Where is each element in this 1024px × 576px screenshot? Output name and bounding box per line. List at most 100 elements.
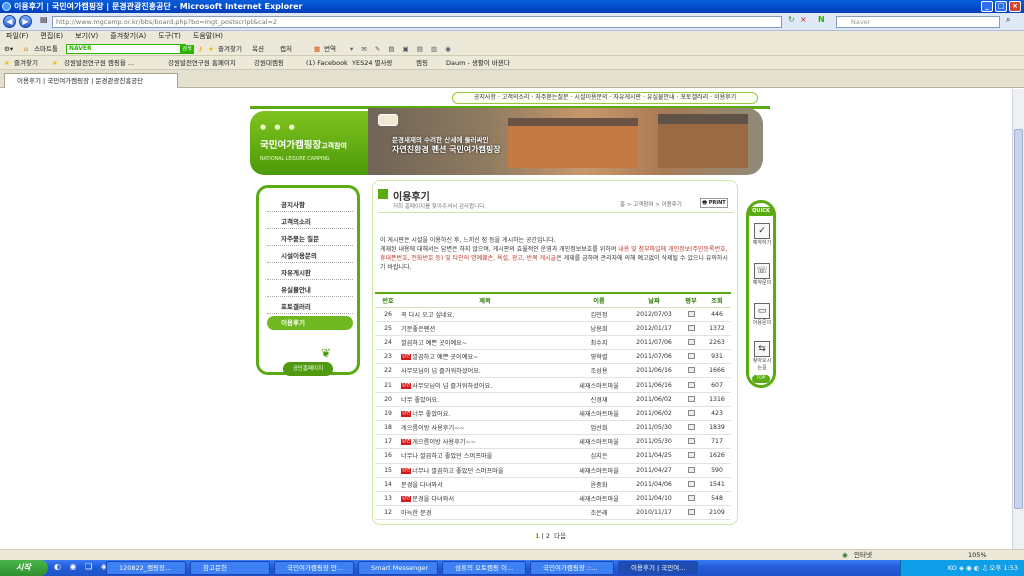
table-row[interactable]: 23 답변 깔끔하고 예쁜 곳이예요~ 영혁렬 2011/07/06 931 (375, 349, 731, 365)
quick-reserve-inquiry[interactable]: ☏ 예약문의 (752, 263, 772, 286)
attachment-icon[interactable] (687, 480, 695, 487)
fav-item-4[interactable]: (1) Facebook (306, 56, 348, 70)
sidebar-item-voice[interactable]: 고객의소리 (267, 215, 353, 229)
refresh-icon[interactable]: ↻ (788, 15, 795, 24)
lang-indicator[interactable]: KO (948, 564, 957, 572)
table-row[interactable]: 17 답변 게으름이방 사용후기~~ 새재스마트마을 2011/05/30 717 (375, 434, 731, 450)
table-row[interactable]: 26 꼭 다시 오고 싶네요. 김민정 2012/07/03 446 (375, 307, 731, 322)
task-1[interactable]: 120822_캠핑장... (106, 561, 186, 575)
sidebar-item-free[interactable]: 자유게시판 (267, 266, 353, 280)
search-icon[interactable]: ⌕ (1006, 15, 1010, 25)
toolbar-auction[interactable]: 옥션 (252, 42, 264, 56)
table-row[interactable]: 14 문경을 다녀와서 윤중화 2011/04/06 1541 (375, 477, 731, 492)
fav-item-3[interactable]: 강원대캠핑 (254, 56, 284, 70)
attachment-icon[interactable] (687, 452, 695, 459)
attachment-icon[interactable] (687, 424, 695, 431)
page-2[interactable]: 2 (546, 532, 550, 540)
table-row[interactable]: 13 답변 문경을 다녀와서 새재스마트마을 2011/04/10 548 (375, 491, 731, 507)
topnav-voice[interactable]: 고객의소리 (502, 94, 530, 101)
page-1[interactable]: 1 (535, 532, 540, 540)
menu-help[interactable]: 도움말(H) (193, 32, 223, 40)
topnav-notice[interactable]: 공지사항 (474, 94, 496, 101)
topnav-faq[interactable]: 자주묻는질문 (535, 94, 568, 101)
menu-file[interactable]: 파일(F) (6, 32, 28, 40)
stop-icon[interactable]: × (800, 15, 807, 24)
table-row[interactable]: 21 답변 사무모님이 넘 즐거워하셨어요. 새재스마트마을 2011/06/16 607 (375, 377, 731, 393)
quick-use-inquiry[interactable]: ▭ 이용문의 (752, 303, 772, 326)
agency-home-button[interactable]: 공단홈페이지 (283, 362, 333, 376)
row-title-link[interactable]: 게으름이방 사용후기~~ (401, 425, 465, 432)
menu-view[interactable]: 보기(V) (75, 32, 98, 40)
task-3[interactable]: 국민여가캠핑장 안... (274, 561, 354, 575)
table-row[interactable]: 18 게으름이방 사용후기~~ 엄선희 2011/05/30 1839 (375, 420, 731, 436)
topnav-photo[interactable]: 포토갤러리 (681, 94, 709, 101)
fav-item-6[interactable]: 캠핑 (416, 56, 428, 70)
add-favorite-icon[interactable]: ★ (52, 56, 58, 70)
sidebar-item-photo[interactable]: 포토갤러리 (267, 300, 353, 314)
task-2[interactable]: 참고문헌 (190, 561, 270, 575)
row-title-link[interactable]: 기분좋은펜션 (401, 326, 435, 333)
back-icon[interactable]: ◀ (3, 15, 16, 28)
settings-icon[interactable]: ⚙▾ (4, 42, 13, 56)
naver-search-button[interactable]: 검색 (180, 45, 194, 54)
attachment-icon[interactable] (687, 324, 695, 331)
table-row[interactable]: 20 너무 좋았어요. 신경재 2011/06/02 1316 (375, 392, 731, 407)
topnav-lost[interactable]: 유실물안내 (647, 94, 675, 101)
menu-edit[interactable]: 편집(E) (40, 32, 63, 40)
task-6[interactable]: 국민여가캠핑장 ::... (530, 561, 614, 575)
tab-active[interactable]: 이용후기 | 국민여가캠핑장 | 문경관광진흥공단 (4, 73, 178, 88)
attachment-icon[interactable] (687, 509, 695, 516)
print-button[interactable]: 🖶 PRINT (700, 198, 728, 208)
vertical-scrollbar[interactable] (1012, 89, 1024, 549)
favorites-button[interactable]: 즐겨찾기 (14, 56, 38, 70)
attachment-icon[interactable] (687, 438, 695, 445)
attachment-icon[interactable] (687, 338, 695, 345)
close-button[interactable]: × (1009, 1, 1021, 12)
key-icon[interactable]: ⚷ (198, 42, 203, 56)
next-page-link[interactable]: 다음 (554, 532, 566, 540)
quick-reserve[interactable]: ✓ 예약하기 (752, 223, 772, 246)
attachment-icon[interactable] (687, 353, 695, 360)
naver-search-field[interactable]: NAVER (66, 44, 186, 54)
sidebar-item-notice[interactable]: 공지사항 (267, 198, 353, 212)
forward-icon[interactable]: ▶ (19, 15, 32, 28)
row-title-link[interactable]: 깔끔하고 예쁜 곳이예요~ (401, 340, 467, 347)
attachment-icon[interactable] (687, 395, 695, 402)
toolbar-favorites[interactable]: 즐겨찾기 (218, 42, 242, 56)
task-7[interactable]: 이용후기 | 국민여... (618, 561, 698, 575)
row-title-link[interactable]: 게으름이방 사용후기~~ (412, 439, 476, 446)
attachment-icon[interactable] (687, 381, 695, 388)
toolbar-capture[interactable]: 캡처 (280, 42, 292, 56)
attachment-icon[interactable] (687, 466, 695, 473)
row-title-link[interactable]: 너무 좋았어요. (401, 397, 439, 404)
task-5[interactable]: 섬휴의 오토캠핑 이... (442, 561, 526, 575)
start-button[interactable]: 시작 (0, 560, 48, 576)
fav-item-1[interactable]: 강원발전연구원 캠핑을 ... (64, 56, 134, 70)
table-row[interactable]: 12 아늑한 문경 조은래 2010/11/17 2109 (375, 505, 731, 521)
menu-favorites[interactable]: 즐겨찾기(A) (110, 32, 146, 40)
scrollbar-thumb[interactable] (1014, 129, 1023, 509)
toolbar-tools-icons[interactable]: ▾ ✉ ✎ ▤ ▣ ▤ ▥ ◉ (350, 42, 454, 56)
topnav-facility[interactable]: 시설이용문의 (574, 94, 607, 101)
menu-tools[interactable]: 도구(T) (158, 32, 181, 40)
table-row[interactable]: 19 답변 너무 좋았어요. 새재스마트마을 2011/06/02 423 (375, 406, 731, 422)
row-title-link[interactable]: 꼭 다시 오고 싶네요. (401, 312, 454, 319)
attachment-icon[interactable] (687, 409, 695, 416)
url-input[interactable]: http://www.mgcamp.or.kr/bbs/board.php?bo… (52, 16, 782, 28)
table-row[interactable]: 16 너무나 깔끔하고 좋았던 스머프마을 심지은 2011/04/25 1626 (375, 448, 731, 464)
fav-item-5[interactable]: YES24 별사랑 (352, 56, 392, 70)
row-title-link[interactable]: 깔끔하고 예쁜 곳이예요~ (412, 354, 478, 361)
quick-top-button[interactable]: TOP (752, 375, 770, 383)
attachment-icon[interactable] (687, 310, 695, 317)
minimize-button[interactable]: _ (981, 1, 993, 12)
table-row[interactable]: 15 답변 너무나 깔끔하고 좋았던 스머프마을 새재스마트마을 2011/04/27 5… (375, 463, 731, 478)
row-title-link[interactable]: 너무나 깔끔하고 좋았던 스머프마을 (401, 453, 492, 460)
attachment-icon[interactable] (687, 367, 695, 374)
sidebar-item-lost[interactable]: 유실물안내 (267, 283, 353, 297)
row-title-link[interactable]: 아늑한 문경 (401, 510, 431, 517)
topnav-free[interactable]: 자유게시판 (613, 94, 641, 101)
row-title-link[interactable]: 너무 좋았어요. (412, 411, 450, 418)
task-4[interactable]: Smart Messenger (358, 561, 438, 575)
table-row[interactable]: 25 기분좋은펜션 남용희 2012/01/17 1372 (375, 321, 731, 336)
sidebar-item-review[interactable]: 이용후기 (267, 316, 353, 330)
